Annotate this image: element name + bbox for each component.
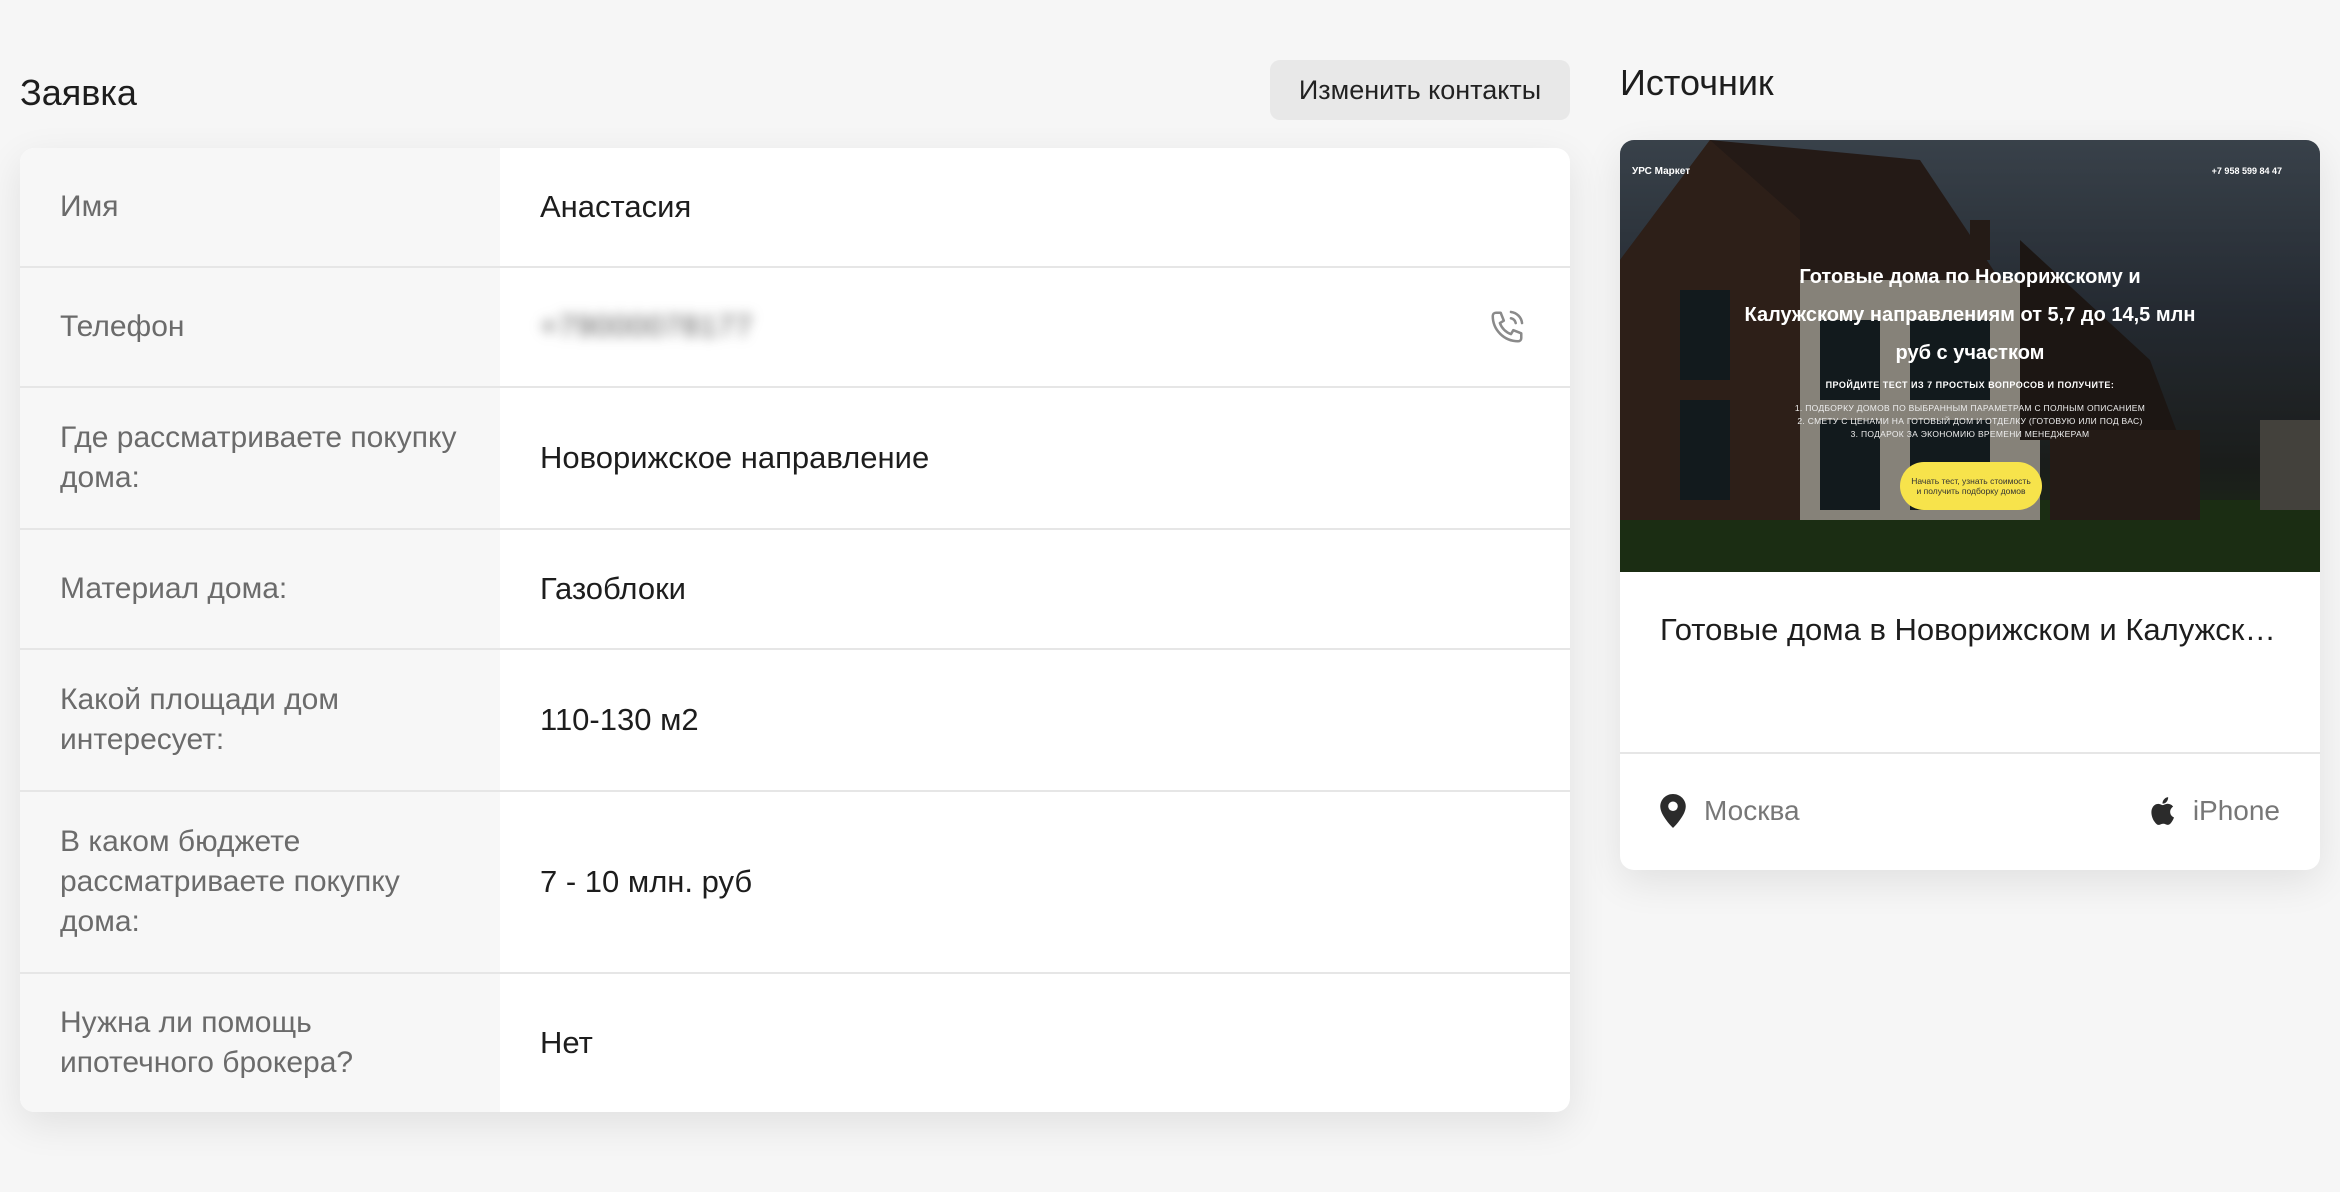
edit-contacts-button[interactable]: Изменить контакты: [1270, 60, 1570, 120]
table-row: Где рассматриваете покупку дома: Новориж…: [20, 386, 1570, 528]
row-label: Имя: [20, 148, 500, 266]
source-panel: Источник УРС Маркет +7 958 599 84 47 Гот…: [1620, 58, 2320, 870]
row-label: Материал дома:: [20, 530, 500, 648]
source-card-footer: Москва iPhone: [1620, 754, 2320, 868]
preview-subheading: ПРОЙДИТЕ ТЕСТ ИЗ 7 ПРОСТЫХ ВОПРОСОВ И ПО…: [1825, 380, 2115, 390]
request-panel: Заявка Изменить контакты Имя Анастасия Т…: [20, 58, 1570, 1112]
apple-icon: [2151, 797, 2174, 825]
row-label: Телефон: [20, 268, 500, 386]
preview-list-item: 3. ПОДАРОК ЗА ЭКОНОМИЮ ВРЕМЕНИ МЕНЕДЖЕРА…: [1850, 429, 2090, 439]
row-value: 7 - 10 млн. руб: [540, 864, 753, 899]
row-value: 110-130 м2: [540, 702, 699, 737]
phone-value[interactable]: +79000078177: [540, 310, 753, 344]
row-label: Какой площади дом интересует:: [20, 650, 500, 790]
preview-phone: +7 958 599 84 47: [2211, 166, 2282, 176]
row-value: Новорижское направление: [540, 440, 930, 475]
row-label: Нужна ли помощь ипотечного брокера?: [20, 974, 500, 1112]
preview-logo: УРС Маркет: [1632, 166, 1691, 177]
location-pin-icon: [1660, 794, 1686, 828]
table-row: Телефон +79000078177: [20, 266, 1570, 386]
request-title: Заявка: [20, 72, 137, 113]
row-value: Нет: [540, 1025, 593, 1060]
device-label: iPhone: [2192, 795, 2280, 826]
phone-value-cell: +79000078177: [500, 268, 1570, 386]
preview-cta-button: Начать тест, узнать стоимость и получить…: [1900, 462, 2042, 510]
preview-list-item: 2. СМЕТУ С ЦЕНАМИ НА ГОТОВЫЙ ДОМ И ОТДЕЛ…: [1797, 416, 2143, 426]
preview-list: 1. ПОДБОРКУ ДОМОВ ПО ВЫБРАННЫМ ПАРАМЕТРА…: [1720, 402, 2220, 441]
table-row: Нужна ли помощь ипотечного брокера? Нет: [20, 972, 1570, 1112]
source-card[interactable]: УРС Маркет +7 958 599 84 47 Готовые дома…: [1620, 140, 2320, 870]
preview-headline: Готовые дома по Новорижскому и Калужском…: [1744, 266, 2196, 364]
landing-preview-image[interactable]: УРС Маркет +7 958 599 84 47 Готовые дома…: [1620, 140, 2320, 572]
row-label: В каком бюджете рассматриваете покупку д…: [20, 792, 500, 972]
device: iPhone: [2149, 795, 2280, 827]
table-row: Материал дома: Газоблоки: [20, 528, 1570, 648]
source-title: Источник: [1620, 62, 1774, 103]
location: Москва: [1660, 794, 1800, 828]
request-table: Имя Анастасия Телефон +79000078177 Где р…: [20, 148, 1570, 1112]
preview-list-item: 1. ПОДБОРКУ ДОМОВ ПО ВЫБРАННЫМ ПАРАМЕТРА…: [1794, 403, 2146, 413]
row-value: Анастасия: [540, 189, 692, 224]
source-card-title: Готовые дома в Новорижском и Калужском н…: [1620, 572, 2320, 754]
table-row: В каком бюджете рассматриваете покупку д…: [20, 790, 1570, 972]
request-header: Заявка Изменить контакты: [20, 58, 1570, 148]
table-row: Какой площади дом интересует: 110-130 м2: [20, 648, 1570, 790]
table-row: Имя Анастасия: [20, 148, 1570, 266]
phone-call-icon[interactable]: [1488, 308, 1526, 346]
row-value: Газоблоки: [540, 571, 686, 606]
city-label: Москва: [1704, 795, 1800, 826]
row-label: Где рассматриваете покупку дома:: [20, 388, 500, 528]
